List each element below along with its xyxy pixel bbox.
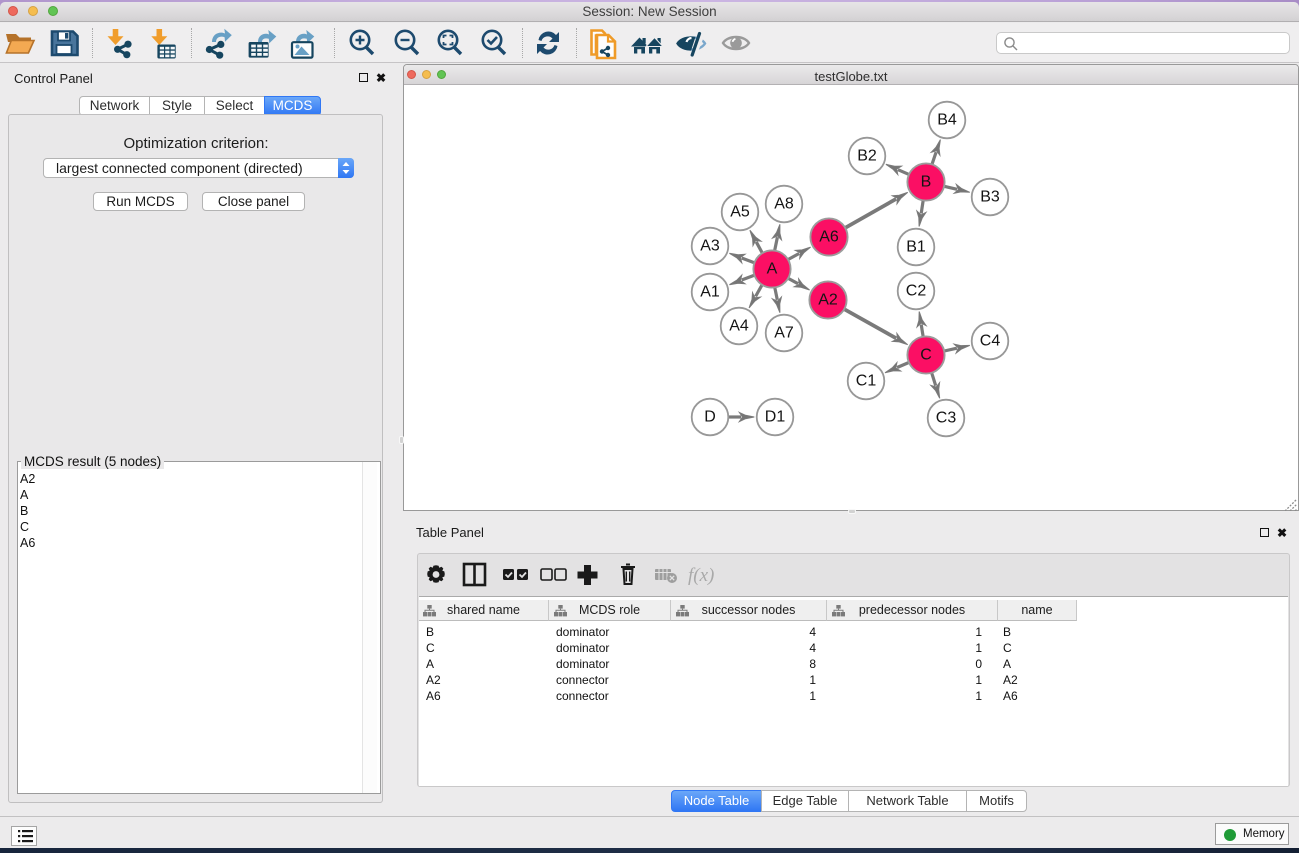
svg-text:A1: A1 [700, 284, 720, 301]
svg-text:B: B [921, 174, 932, 191]
svg-text:A4: A4 [729, 318, 749, 335]
svg-text:A: A [767, 261, 778, 278]
svg-text:C2: C2 [906, 283, 927, 300]
svg-text:f(x): f(x) [688, 565, 714, 586]
svg-text:C: C [920, 347, 932, 364]
svg-text:D: D [704, 409, 716, 426]
svg-text:A7: A7 [774, 325, 794, 342]
svg-text:C4: C4 [980, 333, 1001, 350]
svg-text:C1: C1 [856, 373, 877, 390]
svg-text:A2: A2 [818, 292, 838, 309]
svg-text:D1: D1 [765, 409, 786, 426]
svg-text:A5: A5 [730, 204, 750, 221]
svg-text:A3: A3 [700, 238, 720, 255]
svg-text:B1: B1 [906, 239, 926, 256]
svg-text:B2: B2 [857, 148, 877, 165]
svg-text:B3: B3 [980, 189, 1000, 206]
svg-text:A8: A8 [774, 196, 794, 213]
svg-text:A6: A6 [819, 229, 839, 246]
svg-text:B4: B4 [937, 112, 957, 129]
svg-text:C3: C3 [936, 410, 957, 427]
